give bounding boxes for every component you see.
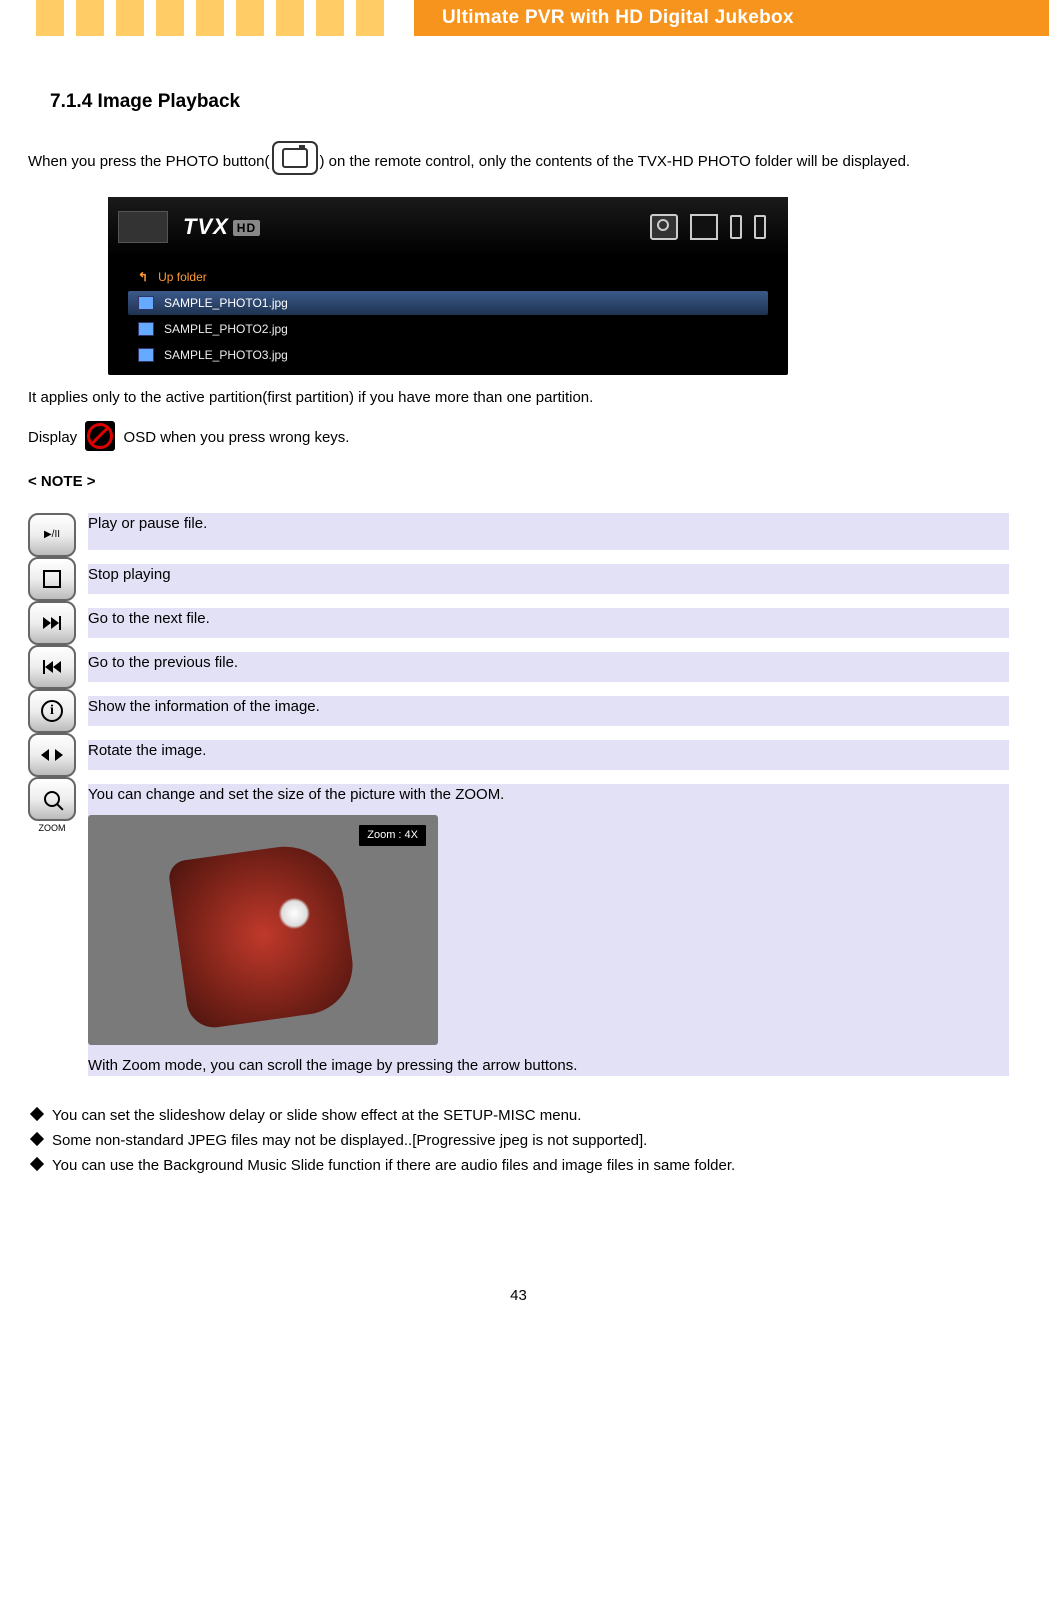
zoom-desc-outro: With Zoom mode, you can scroll the image… [88,1055,1009,1076]
osd-note: Display OSD when you press wrong keys. [28,423,1009,453]
drive-icon [118,211,168,243]
tab-marker [156,0,184,36]
camera-icon [650,214,678,240]
header-bar: Ultimate PVR with HD Digital Jukebox [0,0,1049,36]
tvx-logo: TVXHD [183,214,260,240]
document-title: Ultimate PVR with HD Digital Jukebox [414,0,1049,36]
screen-icon [690,214,718,240]
screenshot-topbar: TVXHD [108,197,788,257]
note-header: < NOTE > [28,471,1009,493]
file-browser-screenshot: TVXHD ↰Up folder SAMPLE_PHOTO1.jpg SAMPL… [108,197,788,375]
button-desc: Show the information of the image. [88,689,1009,733]
tab-marker [316,0,344,36]
tab-marker [36,0,64,36]
tab-marker [196,0,224,36]
file-list: ↰Up folder SAMPLE_PHOTO1.jpg SAMPLE_PHOT… [108,257,788,367]
intro-paragraph: When you press the PHOTO button( ) on the… [28,145,1009,179]
prev-button-icon [28,645,76,689]
left-right-button-icon [28,733,76,777]
prohibit-icon [85,421,115,451]
file-item: SAMPLE_PHOTO2.jpg [128,317,768,341]
next-button-icon [28,601,76,645]
list-item: You can set the slideshow delay or slide… [28,1104,1009,1127]
partition-note: It applies only to the active partition(… [28,387,1009,409]
page-number: 43 [28,1287,1009,1304]
button-desc: Stop playing [88,557,1009,601]
button-reference-table: ▶/IIOK Play or pause file. Stop playing … [28,513,1009,1090]
up-folder-item: ↰Up folder [128,265,768,289]
list-item: Some non-standard JPEG files may not be … [28,1129,1009,1152]
button-desc: Go to the next file. [88,601,1009,645]
info-button-icon: iINFO [28,689,76,733]
cable-icon [754,215,766,239]
button-desc: Play or pause file. [88,513,1009,557]
zoom-desc: You can change and set the size of the p… [88,777,1009,1083]
file-item-selected: SAMPLE_PHOTO1.jpg [128,291,768,315]
header-tabs [0,0,384,36]
button-desc: Rotate the image. [88,733,1009,777]
stop-button-icon [28,557,76,601]
tab-marker [236,0,264,36]
zoom-level-label: Zoom : 4X [359,825,426,846]
zoom-desc-intro: You can change and set the size of the p… [88,784,1009,805]
notes-list: You can set the slideshow delay or slide… [28,1104,1009,1178]
file-item: SAMPLE_PHOTO3.jpg [128,343,768,367]
button-desc: Go to the previous file. [88,645,1009,689]
tab-marker [76,0,104,36]
play-ok-button-icon: ▶/IIOK [28,513,76,557]
list-item: You can use the Background Music Slide f… [28,1154,1009,1177]
file-icon [138,296,154,310]
intro-text-2: ) on the remote control, only the conten… [320,153,911,170]
intro-text-1: When you press the PHOTO button( [28,153,270,170]
cable-icon [730,215,742,239]
tab-marker [356,0,384,36]
photo-button-icon [272,141,318,175]
screenshot-toolbar [650,214,778,240]
tab-marker [276,0,304,36]
file-icon [138,322,154,336]
file-icon [138,348,154,362]
section-heading: 7.1.4 Image Playback [50,91,1009,113]
zoom-screenshot: Zoom : 4X [88,815,438,1045]
tab-marker [116,0,144,36]
zoom-subject [167,838,359,1030]
zoom-button-icon: ZOOM [28,777,76,821]
